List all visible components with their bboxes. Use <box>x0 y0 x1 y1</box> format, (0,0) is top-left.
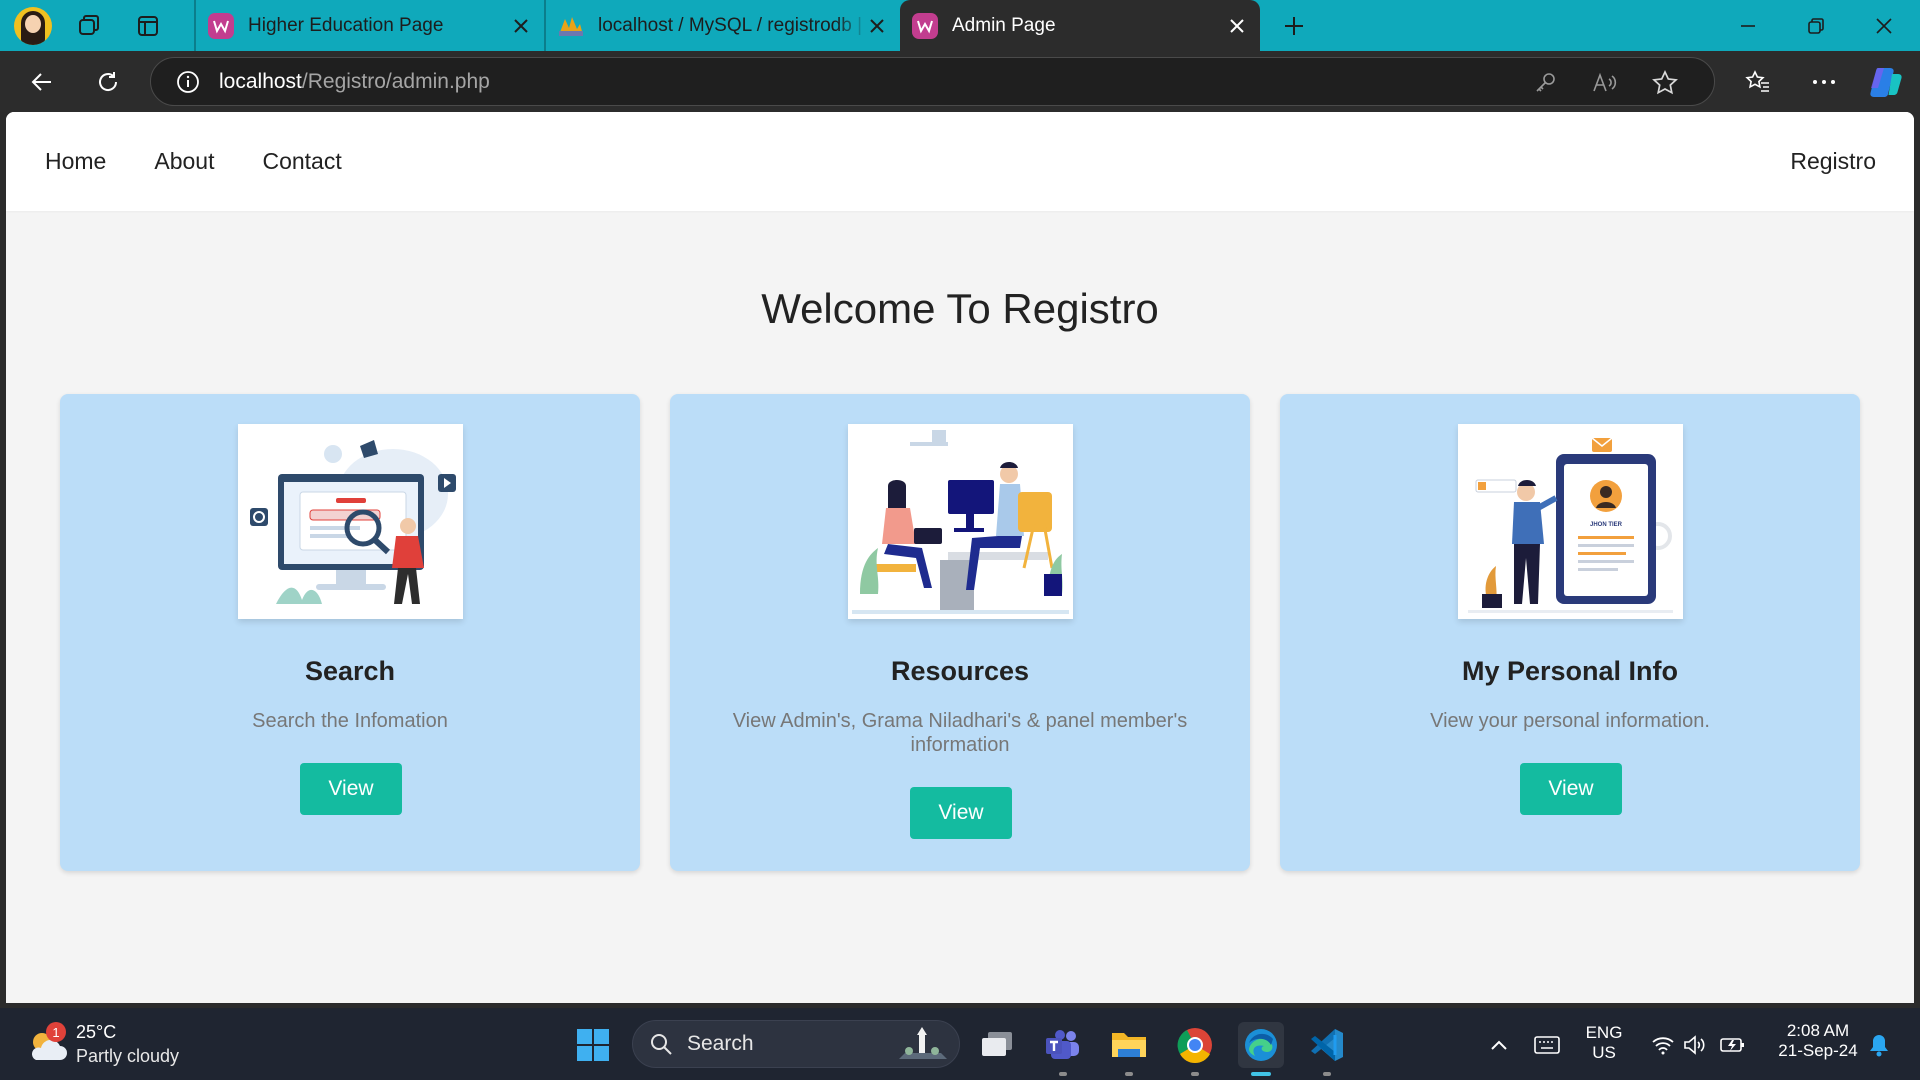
close-tab-icon[interactable] <box>1224 13 1250 39</box>
card-description: View your personal information. <box>1430 710 1710 732</box>
profile-illustration: JHON TIER <box>1458 424 1683 619</box>
keyboard-layout: US <box>1592 1043 1616 1062</box>
weather-widget[interactable]: 1 25°C Partly cloudy <box>26 1022 186 1068</box>
card-description: View Admin's, Grama Niladhari's & panel … <box>732 710 1188 756</box>
team-illustration <box>848 424 1073 619</box>
running-indicator <box>1323 1072 1331 1076</box>
weather-notification-badge: 1 <box>46 1022 66 1042</box>
refresh-button[interactable] <box>86 60 130 104</box>
tab-admin-page[interactable]: Admin Page <box>900 0 1260 51</box>
address-bar[interactable]: localhost/Registro/admin.php <box>150 57 1715 106</box>
start-button[interactable] <box>570 1022 616 1068</box>
minimize-button[interactable] <box>1714 0 1782 51</box>
card-title: Search <box>304 656 396 686</box>
battery-charging-icon[interactable] <box>1710 1022 1756 1068</box>
wampserver-favicon-icon <box>912 12 938 39</box>
tab-title: Admin Page <box>952 14 1056 36</box>
url-host: localhost <box>219 69 302 93</box>
notification-bell-icon[interactable] <box>1856 1022 1902 1068</box>
card-description: Search the Infomation <box>252 710 448 732</box>
browser-tab-strip: Higher Education Page localhost / MySQL … <box>0 0 1920 51</box>
running-indicator <box>1191 1072 1199 1076</box>
url-path: /Registro/admin.php <box>301 69 490 93</box>
file-explorer-icon[interactable] <box>1106 1022 1152 1076</box>
close-window-button[interactable] <box>1850 0 1918 51</box>
search-view-button[interactable]: View <box>300 763 402 815</box>
new-tab-button[interactable] <box>1272 4 1316 48</box>
edge-icon[interactable] <box>1238 1022 1284 1076</box>
site-header: Home About Contact Registro <box>6 112 1914 211</box>
favorite-star-icon[interactable] <box>1651 69 1679 97</box>
copilot-icon[interactable] <box>1864 60 1908 104</box>
favorites-icon[interactable] <box>1736 60 1780 104</box>
phpmyadmin-favicon-icon <box>558 13 584 39</box>
keyboard-icon[interactable] <box>1524 1022 1570 1068</box>
teams-icon[interactable] <box>1040 1022 1086 1076</box>
search-illustration <box>238 424 463 619</box>
site-nav: Home About Contact <box>45 148 390 175</box>
browser-toolbar: localhost/Registro/admin.php <box>0 51 1920 112</box>
weather-description: Partly cloudy <box>76 1046 180 1066</box>
active-indicator <box>1251 1072 1271 1076</box>
avatar-face <box>25 14 41 33</box>
language-code: ENG <box>1585 1023 1623 1042</box>
resources-card: Resources View Admin's, Grama Niladhari'… <box>670 394 1250 871</box>
resources-view-button[interactable]: View <box>910 787 1012 839</box>
search-highlight-icon <box>899 1027 947 1059</box>
tab-title: localhost / MySQL / registrodb | phpMyAd… <box>598 14 868 36</box>
running-indicator <box>1059 1072 1067 1076</box>
search-icon <box>651 1034 672 1055</box>
workspaces-icon[interactable] <box>70 6 110 46</box>
tab-title: Higher Education Page <box>248 14 444 36</box>
nav-home-link[interactable]: Home <box>45 148 106 175</box>
back-button[interactable] <box>20 60 64 104</box>
windows-taskbar: 1 25°C Partly cloudy Search ENG US 2:08 … <box>0 1008 1920 1080</box>
show-hidden-icons-chevron-icon[interactable] <box>1476 1022 1522 1068</box>
nav-about-link[interactable]: About <box>154 148 214 175</box>
url-text[interactable]: localhost/Registro/admin.php <box>219 70 490 94</box>
task-view-icon[interactable] <box>974 1022 1020 1068</box>
chrome-icon[interactable] <box>1172 1022 1218 1076</box>
more-menu-icon[interactable] <box>1802 60 1846 104</box>
card-title: Resources <box>890 656 1030 686</box>
profile-name-text: JHON TIER <box>1590 522 1623 528</box>
page-title: Welcome To Registro <box>761 285 1159 332</box>
weather-temperature: 25°C <box>76 1022 117 1042</box>
taskbar-search[interactable]: Search <box>632 1020 960 1068</box>
card-title: My Personal Info <box>1461 656 1679 686</box>
restore-button[interactable] <box>1782 0 1850 51</box>
tab-higher-education[interactable]: Higher Education Page <box>194 0 544 51</box>
personal-info-view-button[interactable]: View <box>1520 763 1622 815</box>
page-viewport: Home About Contact Registro Welcome To R… <box>6 112 1914 1003</box>
tab-phpmyadmin[interactable]: localhost / MySQL / registrodb | phpMyAd… <box>544 0 900 51</box>
vscode-icon[interactable] <box>1304 1022 1350 1076</box>
wampserver-favicon-icon <box>208 12 234 39</box>
read-aloud-icon[interactable] <box>1591 69 1619 97</box>
search-card: Search Search the Infomation View <box>60 394 640 871</box>
taskbar-search-label: Search <box>687 1032 754 1055</box>
running-indicator <box>1125 1072 1133 1076</box>
windows-logo-icon <box>577 1029 609 1061</box>
nav-contact-link[interactable]: Contact <box>262 148 341 175</box>
profile-avatar[interactable] <box>14 6 52 45</box>
personal-info-card: JHON TIER My Personal Info View your per… <box>1280 394 1860 871</box>
language-indicator[interactable]: ENG US <box>1574 1023 1634 1063</box>
password-key-icon[interactable] <box>1531 69 1559 97</box>
close-tab-icon[interactable] <box>864 13 890 39</box>
site-info-icon[interactable] <box>175 69 201 95</box>
site-brand[interactable]: Registro <box>1790 148 1876 175</box>
close-tab-icon[interactable] <box>508 13 534 39</box>
tab-actions-icon[interactable] <box>128 6 168 46</box>
